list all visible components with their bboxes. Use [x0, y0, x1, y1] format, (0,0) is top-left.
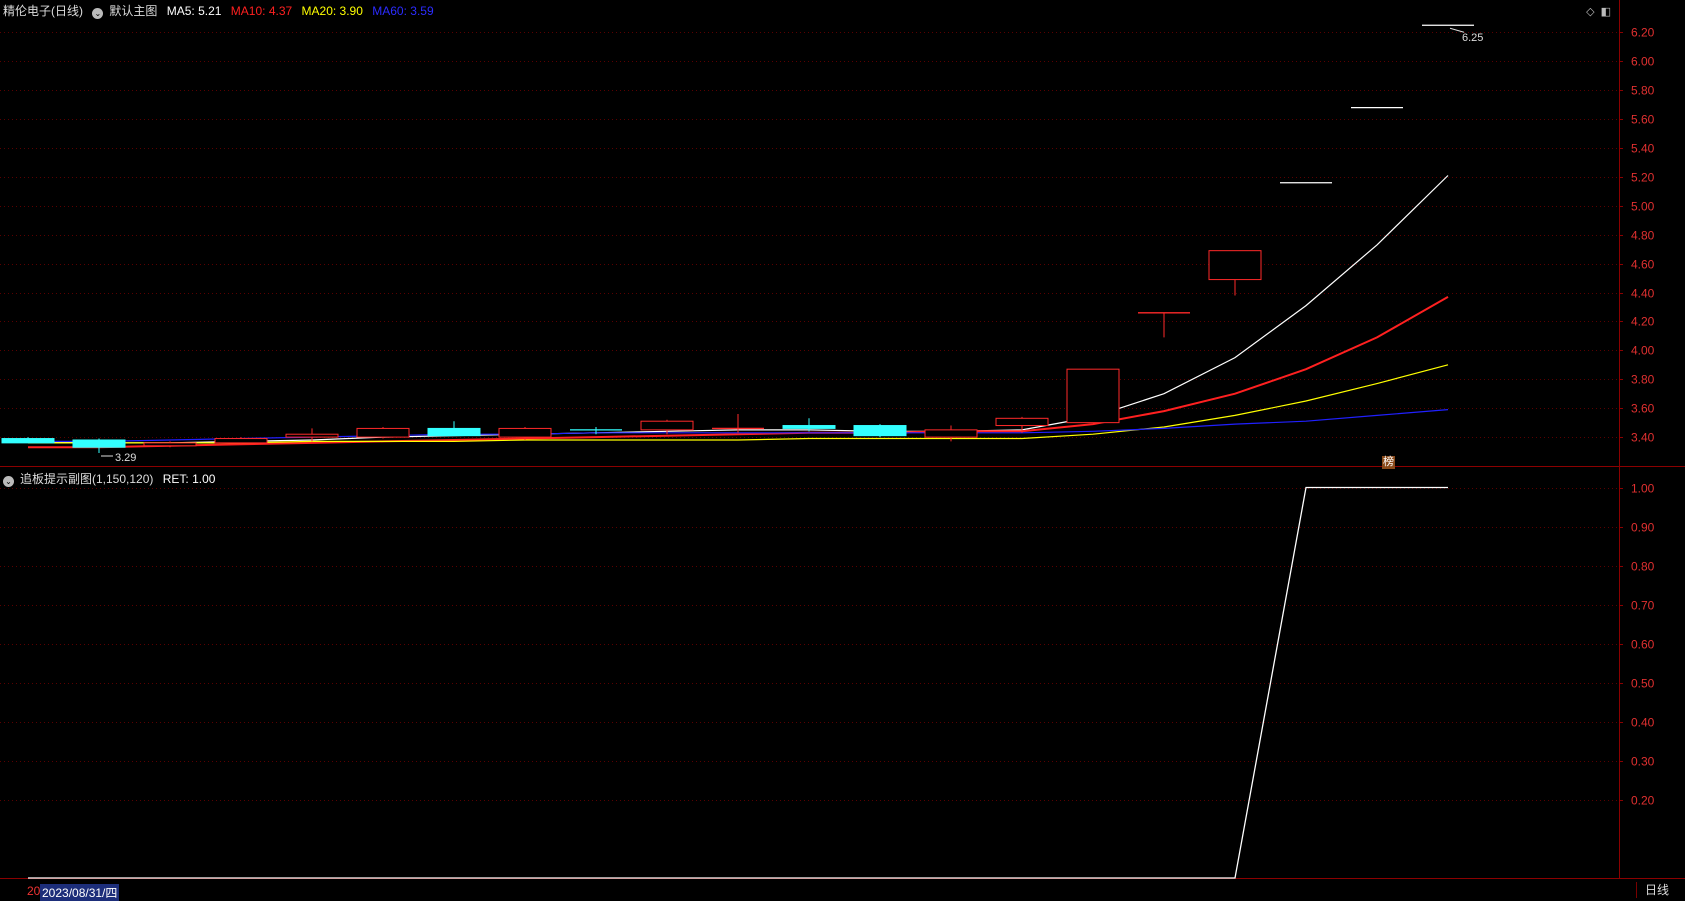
diamond-icon[interactable]: ◇ — [1586, 6, 1594, 18]
candle — [1138, 312, 1190, 338]
y-tick-label: 0.80 — [1631, 560, 1655, 574]
y-tick-label: 4.80 — [1631, 229, 1655, 243]
chart-canvas[interactable]: 3.40 3.60 3.80 4.00 4.20 4.40 4.60 4.80 5.00 5.20… — [0, 0, 1685, 901]
ma10-legend: MA10: 4.37 — [230, 4, 293, 18]
high-marker-label: 6.25 — [1462, 32, 1483, 44]
candle-body — [356, 427, 410, 438]
ma-line-ma5 — [27, 175, 1449, 444]
top-right-icons: ◇ ◧ — [1580, 5, 1611, 18]
candle-body — [1066, 368, 1120, 424]
y-tick-label: 3.60 — [1631, 402, 1655, 416]
y-tick-label: 0.90 — [1631, 521, 1655, 535]
period-label: (日线) — [51, 4, 84, 18]
period-tab[interactable]: 日线 — [1636, 882, 1677, 898]
sub-chart-header: ⌄ 追板提示副图(1,150,120) RET: 1.00 — [3, 472, 221, 487]
candle-body — [498, 427, 552, 438]
candle — [1066, 368, 1120, 424]
low-marker-label: 3.29 — [115, 452, 136, 464]
candle-body — [853, 425, 907, 437]
candle — [427, 421, 481, 437]
y-tick-label: 4.00 — [1631, 344, 1655, 358]
candle — [853, 424, 907, 438]
y-tick-label: 4.20 — [1631, 315, 1655, 329]
candle — [1, 437, 55, 444]
y-tick-label: 3.40 — [1631, 431, 1655, 445]
chart-stage: 3.40 3.60 3.80 4.00 4.20 4.40 4.60 4.80 5.00 5.20… — [0, 0, 1685, 901]
y-tick-label: 4.40 — [1631, 287, 1655, 301]
y-tick-label: 5.60 — [1631, 113, 1655, 127]
candle-body — [640, 420, 694, 431]
chevron-down-icon[interactable]: ⌄ — [92, 8, 104, 19]
y-tick-label: 1.00 — [1631, 482, 1655, 496]
candle — [1208, 250, 1262, 296]
y-tick-label: 5.20 — [1631, 171, 1655, 185]
y-tick-label: 3.80 — [1631, 373, 1655, 387]
ret-line — [28, 486, 1448, 879]
candle-body — [1, 438, 55, 444]
candle-body — [214, 438, 268, 444]
y-tick-label: 0.60 — [1631, 638, 1655, 652]
candle-body — [143, 442, 197, 447]
y-tick-label: 6.00 — [1631, 55, 1655, 69]
ma60-legend: MA60: 3.59 — [372, 4, 434, 18]
rank-badge[interactable]: 榜 — [1382, 456, 1395, 469]
candle — [72, 438, 126, 453]
candle — [214, 437, 268, 445]
candle-body — [924, 429, 978, 438]
window-icon[interactable]: ◧ — [1601, 6, 1611, 18]
main-indicator-name[interactable]: 默认主图 — [109, 4, 157, 18]
y-tick-label: 5.80 — [1631, 84, 1655, 98]
candle — [356, 426, 410, 439]
y-tick-label: 0.20 — [1631, 794, 1655, 808]
candle-body — [1208, 250, 1262, 281]
candle-body — [285, 433, 339, 438]
ma20-legend: MA20: 3.90 — [301, 4, 363, 18]
candle-body — [427, 427, 481, 437]
y-tick-label: 0.70 — [1631, 599, 1655, 613]
y-tick-label: 0.40 — [1631, 716, 1655, 730]
main-chart-header: 精伦电子(日线) ⌄ 默认主图 MA5: 5.21 MA10: 4.37 MA20… — [3, 4, 440, 19]
cursor-date: 2023/08/31/四 — [40, 884, 120, 901]
candle-body — [782, 425, 836, 429]
candle-body — [72, 439, 126, 448]
y-tick-label: 0.30 — [1631, 755, 1655, 769]
sub-indicator-name[interactable]: 追板提示副图(1,150,120) — [20, 472, 153, 486]
y-tick-label: 4.60 — [1631, 258, 1655, 272]
candle-body — [995, 417, 1049, 427]
stock-name[interactable]: 精伦电子 — [3, 4, 51, 18]
y-tick-label: 0.50 — [1631, 677, 1655, 691]
y-tick-label: 5.40 — [1631, 142, 1655, 156]
ma5-legend: MA5: 5.21 — [166, 4, 222, 18]
chevron-down-icon[interactable]: ⌄ — [3, 476, 14, 487]
ret-legend: RET: 1.00 — [162, 472, 216, 486]
y-tick-label: 6.20 — [1631, 26, 1655, 40]
date-prefix: 20 — [27, 884, 41, 898]
y-tick-label: 5.00 — [1631, 200, 1655, 214]
